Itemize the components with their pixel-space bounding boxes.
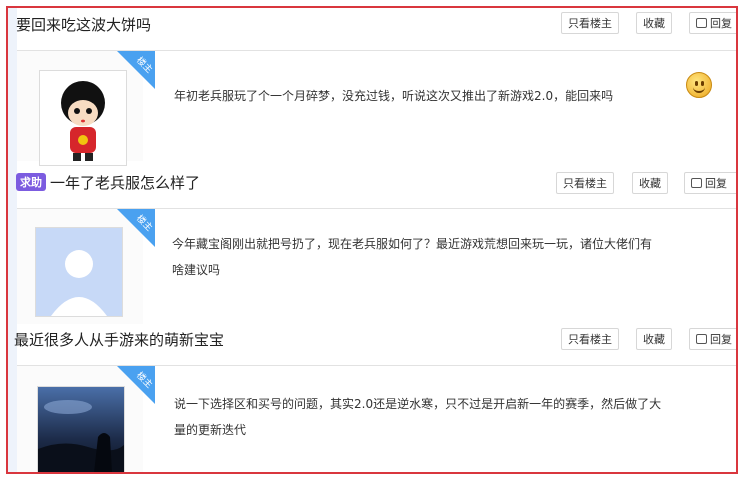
avatar[interactable] <box>37 386 125 472</box>
reply-button[interactable]: 回复 <box>689 328 736 350</box>
night-sky-avatar-icon <box>38 387 124 472</box>
post-content-line: 量的更新迭代 <box>174 423 247 437</box>
thread-title[interactable]: 要回来吃这波大饼吗 <box>16 14 151 35</box>
thread-item: 求助 一年了老兵服怎么样了 只看楼主 收藏 回复 楼主 今年藏宝阁刚出就把号扔了，… <box>8 163 736 328</box>
only-owner-button[interactable]: 只看楼主 <box>556 172 614 194</box>
thread-header: 最近很多人从手游来的萌新宝宝 只看楼主 收藏 回复 <box>8 325 736 361</box>
thread-item: 要回来吃这波大饼吗 只看楼主 收藏 回复 楼主 年初老兵服玩了个一个月碎梦，没充… <box>8 8 736 168</box>
avatar[interactable] <box>39 70 127 166</box>
post-content: 年初老兵服玩了个一个月碎梦，没充过钱，听说这次又推出了新游戏2.0，能回来吗 <box>174 89 614 103</box>
cartoon-doll-avatar-icon <box>61 81 105 161</box>
reply-button[interactable]: 回复 <box>689 12 736 34</box>
comment-icon <box>691 178 702 188</box>
post-body: 楼主 今年藏宝阁刚出就把号扔了，现在老兵服如何了？最近游戏荒想回来玩一玩，诸位大… <box>17 208 736 324</box>
default-user-avatar-icon <box>36 228 122 316</box>
post-content-line: 啥建议吗 <box>172 263 221 277</box>
thread-list: 要回来吃这波大饼吗 只看楼主 收藏 回复 楼主 年初老兵服玩了个一个月碎梦，没充… <box>6 6 738 474</box>
thread-title-text[interactable]: 要回来吃这波大饼吗 <box>16 16 151 34</box>
favorite-button[interactable]: 收藏 <box>636 328 672 350</box>
comment-icon <box>696 18 707 28</box>
post-content-line: 说一下选择区和买号的问题，其实2.0还是逆水寒，只不过是开启新一年的赛季，然后做… <box>174 397 662 411</box>
thread-header: 求助 一年了老兵服怎么样了 只看楼主 收藏 回复 <box>8 163 736 199</box>
reply-button[interactable]: 回复 <box>684 172 736 194</box>
thread-title-text[interactable]: 最近很多人从手游来的萌新宝宝 <box>14 331 224 349</box>
thread-title-text[interactable]: 一年了老兵服怎么样了 <box>50 174 200 192</box>
favorite-button[interactable]: 收藏 <box>632 172 668 194</box>
only-owner-button[interactable]: 只看楼主 <box>561 328 619 350</box>
avatar[interactable] <box>35 227 123 317</box>
thread-header: 要回来吃这波大饼吗 只看楼主 收藏 回复 <box>8 8 736 44</box>
help-badge: 求助 <box>16 173 46 191</box>
post-body: 楼主 年初老兵服玩了个一个月碎梦，没充过钱，听说这次又推出了新游戏2.0，能回来… <box>17 50 736 166</box>
favorite-button[interactable]: 收藏 <box>636 12 672 34</box>
thread-title[interactable]: 求助 一年了老兵服怎么样了 <box>16 172 200 193</box>
only-owner-button[interactable]: 只看楼主 <box>561 12 619 34</box>
thread-item: 最近很多人从手游来的萌新宝宝 只看楼主 收藏 回复 楼主 说一下选择区和买号的问… <box>8 325 736 472</box>
comment-icon <box>696 334 707 344</box>
post-body: 楼主 说一下选择区和买号的问题，其实2.0还是逆水寒，只不过是开启新一年的赛季，… <box>17 365 736 472</box>
smile-emoji-icon <box>686 72 712 98</box>
post-content-line: 今年藏宝阁刚出就把号扔了，现在老兵服如何了？最近游戏荒想回来玩一玩，诸位大佬们有 <box>172 237 653 251</box>
thread-title[interactable]: 最近很多人从手游来的萌新宝宝 <box>14 329 224 350</box>
